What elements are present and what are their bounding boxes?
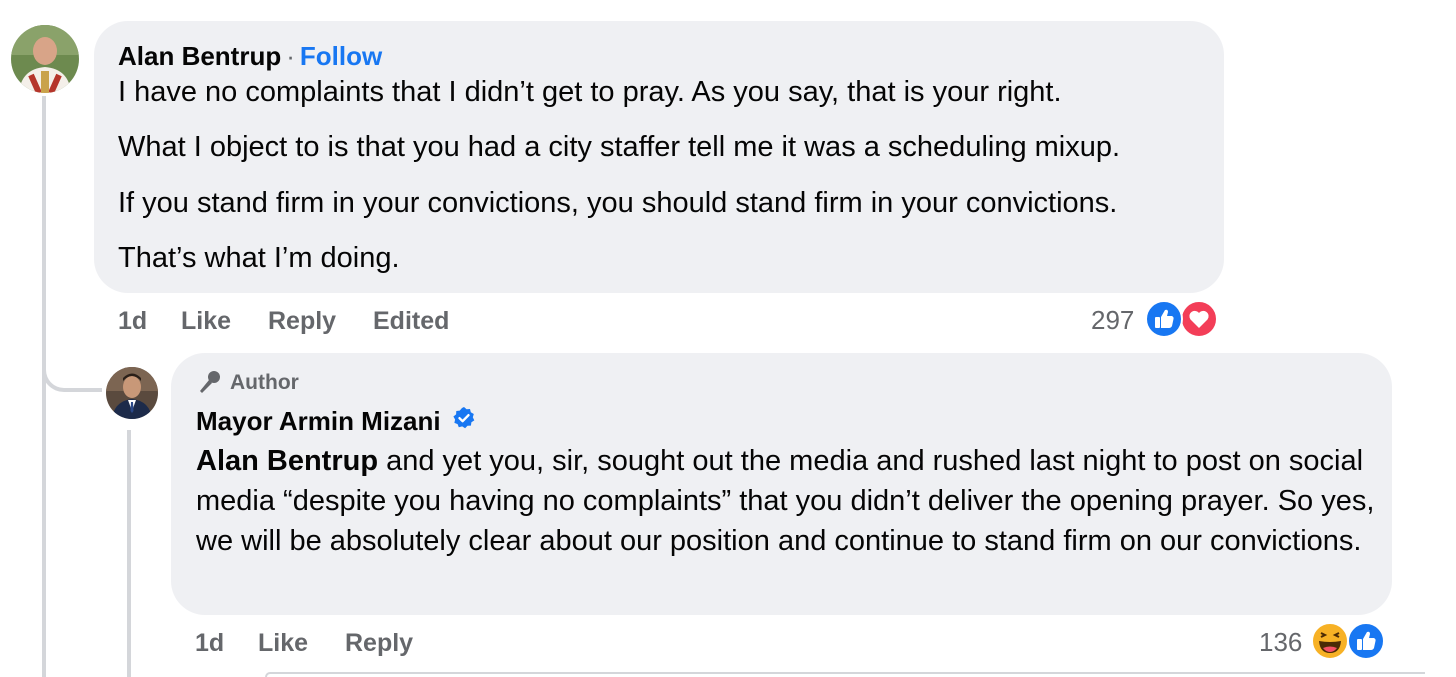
love-reaction-icon[interactable] [1180,300,1218,338]
comment-author-name[interactable]: Alan Bentrup [118,41,281,71]
like-button[interactable]: Like [258,628,308,658]
avatar-armin-mizani[interactable] [106,367,158,419]
verified-badge-icon [453,407,475,429]
mention-link[interactable]: Alan Bentrup [196,445,378,477]
reply-timestamp[interactable]: 1d [195,628,224,658]
reaction-count[interactable]: 136 [1259,627,1302,657]
thread-line [42,96,46,677]
comment-timestamp[interactable]: 1d [118,306,147,336]
microphone-icon [200,371,220,393]
avatar-alan-bentrup[interactable] [11,25,79,93]
like-reaction-icon[interactable] [1145,300,1183,338]
like-reaction-icon[interactable] [1347,622,1385,660]
like-button[interactable]: Like [181,306,231,336]
comment-paragraph: What I object to is that you had a city … [118,131,1121,163]
separator-dot: · [286,41,295,71]
comment-paragraph: If you stand firm in your convictions, y… [118,187,1118,219]
reply-author-name[interactable]: Mayor Armin Mizani [196,405,441,437]
comment-paragraph: I have no complaints that I didn’t get t… [118,76,1062,108]
edited-label[interactable]: Edited [373,306,449,336]
reply-button[interactable]: Reply [268,306,336,336]
haha-reaction-icon[interactable] [1311,622,1349,660]
reaction-count[interactable]: 297 [1091,305,1134,335]
thread-connector [42,340,102,392]
comment-paragraph: That’s what I’m doing. [118,242,400,274]
comment-thread: Alan Bentrup · Follow I have no complaints… [0,0,1456,677]
next-reply-edge [265,672,1425,677]
reply-thread-line [127,430,131,677]
author-badge-label: Author [230,371,299,394]
follow-button[interactable]: Follow [300,41,382,71]
reply-body: Alan Bentrup and yet you, sir, sought ou… [196,441,1376,561]
comment-header: Alan Bentrup · Follow [118,40,382,72]
reply-button[interactable]: Reply [345,628,413,658]
